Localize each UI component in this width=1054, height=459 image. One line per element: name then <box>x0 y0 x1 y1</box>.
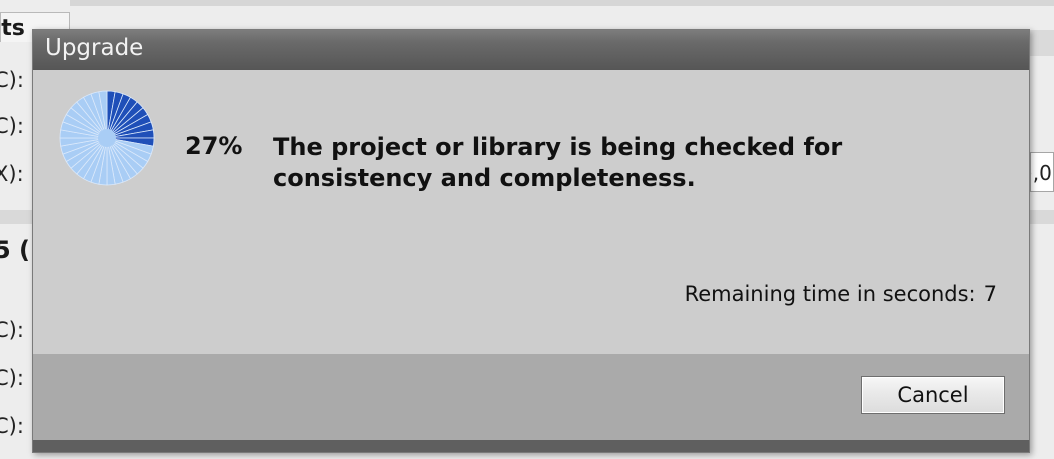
background-value-field[interactable]: ),0 <box>1030 152 1054 192</box>
background-field-label: C): <box>0 114 24 138</box>
dialog-content: 27% The project or library is being chec… <box>33 70 1029 354</box>
background-toolbar-strip <box>70 0 1054 6</box>
remaining-time-value: 7 <box>983 282 997 306</box>
background-section-title: 5 ( <box>0 236 31 264</box>
progress-hub <box>98 129 116 147</box>
background-right-strip <box>1030 30 1054 56</box>
background-field-label: C): <box>0 414 24 438</box>
progress-pie-icon <box>59 90 155 186</box>
dialog-titlebar[interactable]: Upgrade <box>33 30 1029 70</box>
status-message: The project or library is being checked … <box>273 133 843 192</box>
dialog-title: Upgrade <box>45 35 144 61</box>
dialog-footer: Cancel <box>33 354 1029 440</box>
remaining-time-label: Remaining time in seconds: <box>684 282 976 306</box>
background-field-label: C): <box>0 318 24 342</box>
progress-percent: 27% <box>185 132 243 160</box>
upgrade-dialog: Upgrade 27% The project or library is be… <box>32 29 1030 453</box>
dialog-bottom-bar <box>33 440 1029 452</box>
background-field-label: C): <box>0 366 24 390</box>
cancel-button[interactable]: Cancel <box>861 376 1005 414</box>
background-field-label: C): <box>0 68 24 92</box>
background-field-label: X): <box>0 162 24 186</box>
remaining-time: Remaining time in seconds: 7 <box>685 282 997 306</box>
